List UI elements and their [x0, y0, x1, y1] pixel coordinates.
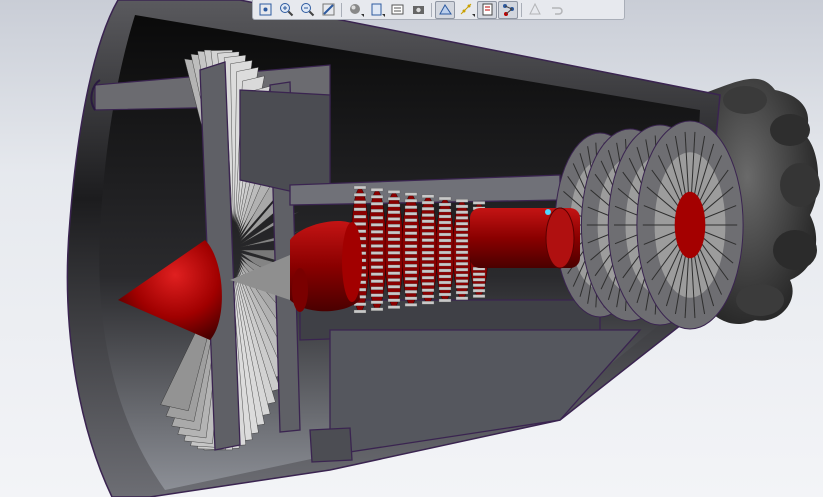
toolbar-separator [521, 2, 522, 17]
perspective-button[interactable] [435, 0, 455, 19]
view-manager-icon [391, 4, 403, 15]
graphics-window[interactable] [0, 0, 823, 497]
snapshot-icon [412, 6, 424, 14]
undo-button [546, 1, 566, 19]
zoom-out-button[interactable] [297, 1, 317, 19]
chevron-down-icon[interactable] [382, 13, 385, 17]
chevron-down-icon[interactable] [472, 13, 475, 17]
view-normal-button[interactable] [318, 1, 338, 19]
undo-icon [551, 7, 563, 15]
toolbar-separator [431, 2, 432, 17]
view-manager-button[interactable] [387, 1, 407, 19]
annotation-display-button[interactable] [477, 0, 497, 19]
regenerate-icon [528, 2, 541, 15]
engine-model-view[interactable] [0, 0, 823, 497]
view-normal-icon [322, 3, 334, 16]
turbine-stages [554, 120, 744, 330]
annotation-display-icon [482, 3, 492, 16]
display-style-button[interactable] [345, 1, 365, 19]
perspective-icon [438, 4, 452, 15]
saved-views-button[interactable] [366, 1, 386, 19]
zoom-out-icon [300, 3, 314, 17]
refit-button[interactable] [255, 1, 275, 19]
spin-center-button[interactable] [498, 0, 518, 19]
booster-drum [290, 220, 362, 312]
toolbar-separator [341, 2, 342, 17]
refit-icon [259, 3, 271, 16]
spin-center-icon [502, 4, 514, 16]
main-shaft [470, 207, 580, 269]
snapshot-button[interactable] [408, 1, 428, 19]
zoom-in-button[interactable] [276, 1, 296, 19]
zoom-in-icon [279, 3, 293, 17]
chevron-down-icon[interactable] [361, 13, 364, 17]
regenerate-button [525, 1, 545, 19]
graphics-toolbar [252, 0, 625, 20]
datum-display-button[interactable] [456, 1, 476, 19]
